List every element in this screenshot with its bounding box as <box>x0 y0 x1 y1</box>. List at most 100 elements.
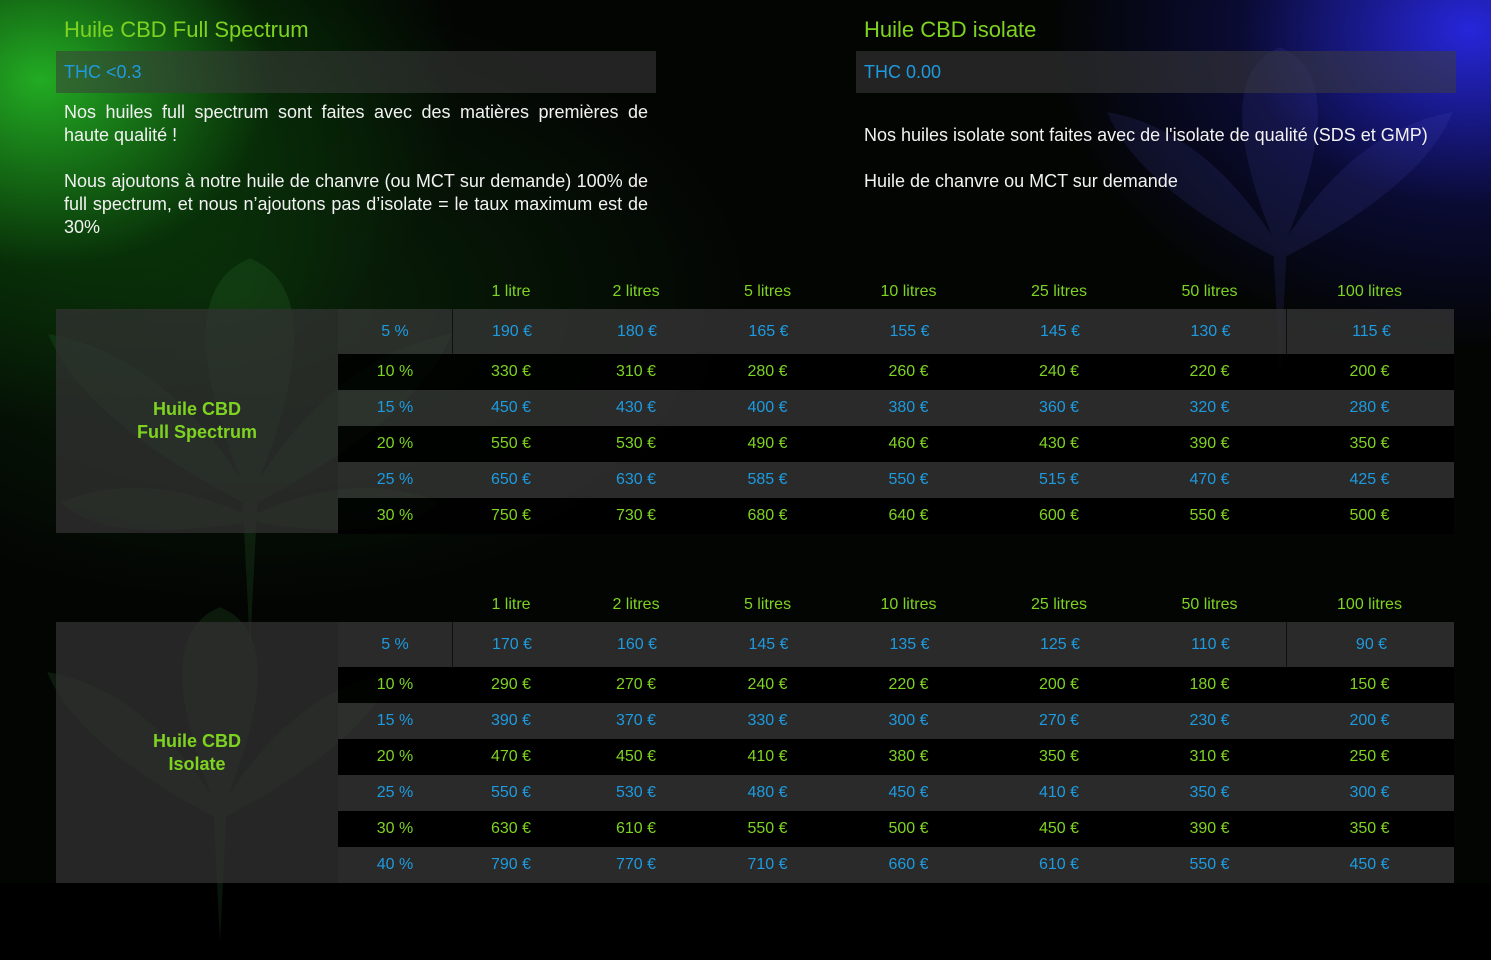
price-cell: 380 € <box>888 399 929 416</box>
paragraph: Nos huiles isolate sont faites avec de l… <box>864 125 1428 145</box>
concentration-cell: 20 % <box>376 435 414 452</box>
table-label: Huile CBD Full Spectrum <box>56 309 338 533</box>
price-cell: 550 € <box>888 471 929 488</box>
price-cell: 450 € <box>490 399 532 416</box>
price-cell: 630 € <box>615 471 657 488</box>
price-cell: 155 € <box>889 322 930 340</box>
table-rows: 5 % 190 €180 €165 €155 €145 €130 €115 €10… <box>338 309 1454 534</box>
price-cell: 190 € <box>491 322 533 340</box>
table-row: 10 % 330 € 310 € 280 € 260 € 240 € 220 € 200 € <box>338 354 1454 390</box>
size-header: 100 litres <box>1337 283 1402 300</box>
full-spectrum-intro: Huile CBD Full Spectrum THC <0.3 Nos hui… <box>56 14 656 262</box>
table-row: 15 % 450 € 430 € 400 € 380 € 360 € 320 € 280 € <box>338 390 1454 426</box>
label-line: Huile CBD <box>152 730 241 751</box>
price-cell: 390 € <box>490 712 532 729</box>
price-cell: 430 € <box>1038 435 1080 452</box>
thc-badge: THC 0.00 <box>856 51 1456 93</box>
table-row: 30 % 750 € 730 € 680 € 640 € 600 € 550 € 500 € <box>338 498 1454 534</box>
price-cell: 110 € <box>1191 635 1230 653</box>
price-cell: 200 € <box>1349 712 1390 729</box>
table-row: 5 % 190 € 180 € 165 € 155 € 145 € 130 € 115 € <box>338 309 1454 354</box>
price-cell: 330 € <box>747 712 788 729</box>
price-cell: 220 € <box>888 676 929 693</box>
price-cell: 200 € <box>1349 363 1390 380</box>
concentration-cell: 40 % <box>376 856 414 873</box>
size-header: 5 litres <box>743 596 792 613</box>
price-cell: 710 € <box>747 856 788 873</box>
size-header: 50 litres <box>1181 283 1238 300</box>
table-row: 15 % 390 € 370 € 330 € 300 € 270 € 230 € 200 € <box>338 703 1454 739</box>
price-cell: 640 € <box>888 507 929 524</box>
section-title: Huile CBD isolate <box>864 17 1037 42</box>
price-cell: 390 € <box>1189 435 1230 452</box>
paragraph: Nos huiles full spectrum sont faites ave… <box>64 102 648 145</box>
concentration-cell: 5 % <box>338 309 453 354</box>
price-cell: 515 € <box>1038 471 1080 488</box>
price-cell: 145 € <box>1039 322 1081 340</box>
price-cell: 380 € <box>888 748 929 765</box>
price-cell: 370 € <box>615 712 657 729</box>
price-cell: 115 € <box>1286 309 1456 354</box>
price-cell: 650 € <box>490 471 532 488</box>
label-line: Huile CBD <box>152 399 241 419</box>
price-cell: 170 € <box>491 635 533 653</box>
table-rows: 5 % 170 €160 €145 €135 €125 €110 €90 €10 … <box>338 622 1454 883</box>
size-header: 5 litres <box>743 283 792 300</box>
price-cell: 550 € <box>1189 507 1230 524</box>
price-cell: 460 € <box>888 435 929 452</box>
table-row: 25 % 650 € 630 € 585 € 550 € 515 € 470 € 425 € <box>338 462 1454 498</box>
concentration-cell: 15 % <box>376 399 414 416</box>
price-cell: 160 € <box>616 635 658 653</box>
price-cell: 450 € <box>1038 820 1080 837</box>
price-cell: 500 € <box>1349 507 1390 524</box>
price-cell: 280 € <box>1349 399 1390 416</box>
price-cell: 220 € <box>1189 363 1230 380</box>
table-row: 30 % 630 € 610 € 550 € 500 € 450 € 390 € 350 € <box>338 811 1454 847</box>
price-cell: 330 € <box>490 363 532 380</box>
size-header: 1 litre <box>491 596 531 613</box>
concentration-cell: 5 % <box>338 622 453 667</box>
size-header-row: 1 litre 2 litres 5 litres 10 litres 25 litre… <box>452 596 1454 614</box>
price-cell: 165 € <box>748 322 789 340</box>
size-header: 10 litres <box>880 283 937 300</box>
price-cell: 610 € <box>615 820 657 837</box>
size-header: 25 litres <box>1030 283 1088 300</box>
price-cell: 200 € <box>1038 676 1080 693</box>
concentration-cell: 30 % <box>376 820 414 837</box>
section-title: Huile CBD Full Spectrum <box>64 17 309 42</box>
size-header: 2 litres <box>612 283 660 300</box>
concentration-cell: 15 % <box>376 712 414 729</box>
price-cell: 430 € <box>615 399 657 416</box>
price-cell: 470 € <box>1189 471 1230 488</box>
price-cell: 240 € <box>1038 363 1080 380</box>
table-row: 20 % 550 € 530 € 490 € 460 € 430 € 390 € 350 € <box>338 426 1454 462</box>
price-cell: 550 € <box>1189 856 1230 873</box>
price-cell: 630 € <box>490 820 532 837</box>
price-cell: 500 € <box>888 820 929 837</box>
price-cell: 730 € <box>615 507 657 524</box>
concentration-cell: 30 % <box>376 507 414 524</box>
isolate-intro: Huile CBD isolate THC 0.00 Nos huiles is… <box>856 14 1456 216</box>
price-cell: 350 € <box>1038 748 1080 765</box>
concentration-cell: 25 % <box>376 784 414 801</box>
price-cell: 125 € <box>1039 635 1081 653</box>
price-cell: 240 € <box>747 676 788 693</box>
price-cell: 310 € <box>1189 748 1230 765</box>
price-cell: 300 € <box>888 712 929 729</box>
price-cell: 490 € <box>747 435 788 452</box>
price-cell: 300 € <box>1349 784 1390 801</box>
price-cell: 280 € <box>747 363 788 380</box>
price-cell: 310 € <box>615 363 657 380</box>
price-cell: 790 € <box>490 856 532 873</box>
price-cell: 770 € <box>615 856 657 873</box>
concentration-cell: 25 % <box>376 471 414 488</box>
price-cell: 350 € <box>1189 784 1230 801</box>
paragraph: Huile de chanvre ou MCT sur demande <box>864 171 1178 191</box>
price-cell: 585 € <box>747 471 788 488</box>
description: Nos huiles isolate sont faites avec de l… <box>856 93 1456 193</box>
table-row: 40 % 790 € 770 € 710 € 660 € 610 € 550 € 450 € <box>338 847 1454 883</box>
price-cell: 550 € <box>490 435 532 452</box>
price-cell: 350 € <box>1349 435 1390 452</box>
concentration-cell: 20 % <box>376 748 414 765</box>
price-cell: 410 € <box>1038 784 1080 801</box>
